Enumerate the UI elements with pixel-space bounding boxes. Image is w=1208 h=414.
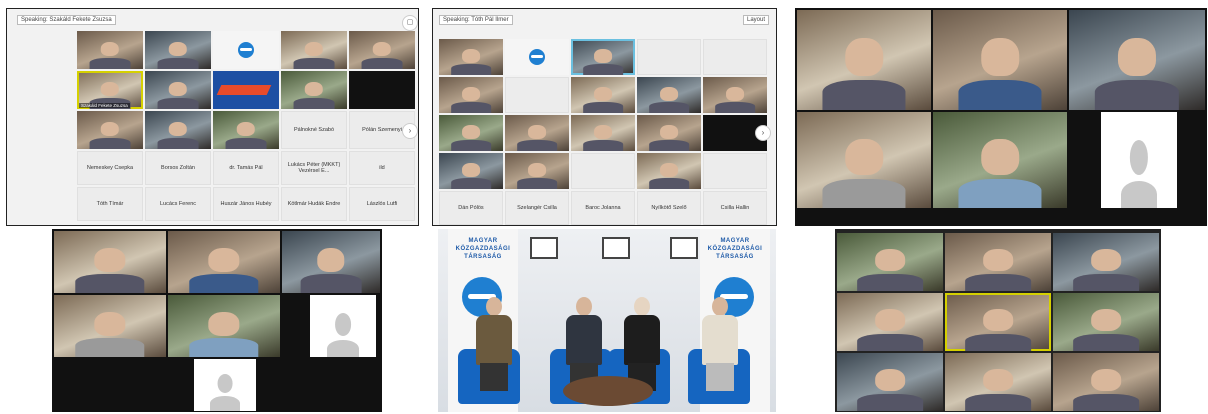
name-tile: Szelangér Csilla bbox=[505, 191, 569, 225]
name-tile: Huszár János Hubéy bbox=[213, 187, 279, 221]
speaking-indicator: Speaking: Szakáld Fekete Zsuzsa bbox=[17, 15, 116, 25]
video-tile-active-speaker bbox=[945, 293, 1051, 351]
logo-tile bbox=[505, 39, 569, 75]
name-tile: Tóth Tímár bbox=[77, 187, 143, 221]
video-tile bbox=[54, 295, 166, 357]
next-page-arrow-icon[interactable]: › bbox=[755, 125, 771, 141]
video-tile bbox=[1053, 293, 1159, 351]
name-tile: Lucács Ferenc bbox=[145, 187, 211, 221]
video-tile bbox=[145, 31, 211, 69]
video-tile bbox=[837, 353, 943, 411]
video-tile bbox=[797, 112, 931, 208]
user-avatar-icon bbox=[206, 369, 243, 411]
name-tile: Nemeskey Csepka bbox=[77, 151, 143, 185]
banner-text: MAGYAR KÖZGAZDASÁGI TÁRSASÁG bbox=[455, 238, 511, 260]
speaking-indicator: Speaking: Tóth Pál Ilmer bbox=[439, 15, 513, 25]
video-tile bbox=[945, 353, 1051, 411]
video-tile bbox=[282, 231, 380, 293]
video-tile bbox=[837, 293, 943, 351]
video-tile bbox=[1069, 10, 1205, 110]
panelist bbox=[700, 297, 740, 392]
video-tile bbox=[637, 115, 701, 151]
name-tile: Dán Pólös bbox=[439, 191, 503, 225]
video-tile bbox=[145, 71, 211, 109]
gallery-view-dark-2 bbox=[52, 229, 382, 412]
name-tile: Lászlós Lutfi bbox=[349, 187, 415, 221]
name-tile bbox=[703, 39, 767, 75]
video-tile bbox=[505, 115, 569, 151]
globe-logo-icon bbox=[529, 49, 545, 65]
video-tile-active-speaker bbox=[571, 39, 635, 75]
name-tile: Borsos Zoltán bbox=[145, 151, 211, 185]
video-tile bbox=[77, 111, 143, 149]
avatar-placeholder-tile bbox=[194, 359, 256, 411]
video-tile bbox=[281, 31, 347, 69]
video-tile bbox=[77, 31, 143, 69]
wall-picture bbox=[530, 237, 558, 259]
name-tile: dr. Tamás Pál bbox=[213, 151, 279, 185]
name-tile bbox=[637, 39, 701, 75]
name-tile: Csilla Hallin bbox=[703, 191, 767, 225]
video-tile bbox=[797, 10, 931, 110]
layout-button[interactable]: Layout bbox=[743, 15, 770, 25]
avatar-placeholder-tile bbox=[1101, 112, 1177, 208]
video-tile bbox=[168, 295, 280, 357]
coffee-table bbox=[563, 376, 653, 406]
video-tile bbox=[933, 112, 1067, 208]
video-tile bbox=[1053, 233, 1159, 291]
video-tile-active-speaker: Szakáld Fekete Zsuzsa bbox=[77, 71, 143, 109]
gallery-view-light-2: Speaking: Tóth Pál Ilmer Layout › Dán Pó… bbox=[432, 8, 777, 226]
video-tile bbox=[349, 31, 415, 69]
gallery-view-light-1: Speaking: Szakáld Fekete Zsuzsa ▢ Szakál… bbox=[6, 8, 419, 226]
studio-panel-photo: MAGYAR KÖZGAZDASÁGI TÁRSASÁG MAGYAR KÖZG… bbox=[438, 229, 776, 412]
video-tile bbox=[505, 153, 569, 189]
video-tile bbox=[945, 233, 1051, 291]
name-tile bbox=[505, 77, 569, 113]
video-tile bbox=[571, 115, 635, 151]
video-tile bbox=[571, 77, 635, 113]
video-tile bbox=[837, 233, 943, 291]
video-tile bbox=[281, 71, 347, 109]
banner-text: MAGYAR KÖZGAZDASÁGI TÁRSASÁG bbox=[707, 238, 763, 260]
view-toggle-button[interactable]: ▢ bbox=[402, 15, 418, 31]
video-tile bbox=[637, 153, 701, 189]
globe-logo-icon bbox=[238, 42, 254, 58]
name-tile bbox=[703, 153, 767, 189]
video-tile bbox=[933, 10, 1067, 110]
video-tile-off bbox=[349, 71, 415, 109]
name-tile: Kötlmár Hudák Endre bbox=[281, 187, 347, 221]
name-tile: ild bbox=[349, 151, 415, 185]
user-avatar-icon bbox=[323, 307, 363, 357]
name-tile: Nyílkötő Szelő bbox=[637, 191, 701, 225]
panelist bbox=[474, 297, 514, 392]
video-tile bbox=[54, 231, 166, 293]
video-tile bbox=[439, 115, 503, 151]
video-tile bbox=[703, 77, 767, 113]
video-tile bbox=[1053, 353, 1159, 411]
name-tile: Lukács Péter (MKKT) Vezérsel E... bbox=[281, 151, 347, 185]
wall-picture bbox=[602, 237, 630, 259]
video-tile bbox=[213, 111, 279, 149]
name-tile bbox=[571, 153, 635, 189]
user-avatar-icon bbox=[1116, 131, 1162, 208]
video-tile bbox=[439, 77, 503, 113]
avatar-placeholder-tile bbox=[310, 295, 376, 357]
gallery-view-dark-1 bbox=[795, 8, 1207, 226]
video-tile bbox=[213, 71, 279, 109]
video-tile bbox=[145, 111, 211, 149]
logo-tile bbox=[213, 31, 279, 69]
video-tile bbox=[439, 39, 503, 75]
wall-picture bbox=[670, 237, 698, 259]
video-tile bbox=[637, 77, 701, 113]
name-tile: Baroc Jolanna bbox=[571, 191, 635, 225]
gallery-view-dark-3 bbox=[835, 229, 1161, 412]
video-tile bbox=[168, 231, 280, 293]
participant-name: Szakáld Fekete Zsuzsa bbox=[79, 103, 130, 108]
next-page-arrow-icon[interactable]: › bbox=[402, 123, 418, 139]
video-tile bbox=[439, 153, 503, 189]
name-tile: Pálnokné Szabó bbox=[281, 111, 347, 149]
